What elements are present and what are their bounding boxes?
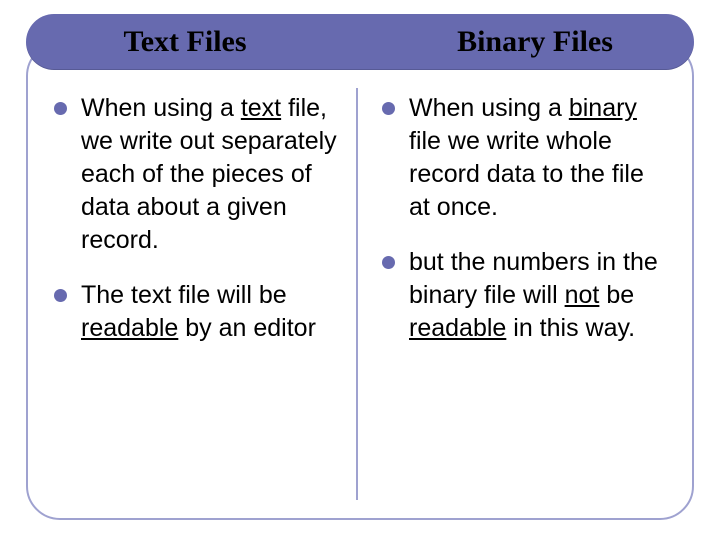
text-pre: The text file will be <box>81 281 287 309</box>
title-row: Text Files Binary Files <box>26 14 694 70</box>
text-underline: readable <box>81 314 178 342</box>
list-item: The text file will be readable by an edi… <box>54 279 338 345</box>
bullet-icon <box>382 102 395 115</box>
list-item: When using a binary file we write whole … <box>382 92 666 224</box>
bullet-icon <box>54 102 67 115</box>
bullet-icon <box>54 289 67 302</box>
bullet-text: When using a text file, we write out sep… <box>81 92 338 257</box>
right-column: When using a binary file we write whole … <box>362 92 672 500</box>
title-left: Text Files <box>26 14 364 70</box>
slide: Text Files Binary Files When using a tex… <box>0 0 720 540</box>
text-mid: file we write whole record data to the f… <box>409 127 644 221</box>
text-underline: binary <box>569 94 637 122</box>
title-band: Text Files Binary Files <box>26 14 694 70</box>
list-item: but the numbers in the binary file will … <box>382 246 666 345</box>
list-item: When using a text file, we write out sep… <box>54 92 338 257</box>
text-pre: When using a <box>81 94 241 122</box>
columns: When using a text file, we write out sep… <box>48 92 672 500</box>
bullet-text: When using a binary file we write whole … <box>409 92 666 224</box>
bullet-icon <box>382 256 395 269</box>
text-underline-2: readable <box>409 314 506 342</box>
title-right: Binary Files <box>364 14 694 70</box>
bullet-text: but the numbers in the binary file will … <box>409 246 666 345</box>
text-mid: by an editor <box>178 314 316 342</box>
text-underline: not <box>565 281 600 309</box>
left-column: When using a text file, we write out sep… <box>48 92 352 500</box>
text-underline: text <box>241 94 281 122</box>
bullet-text: The text file will be readable by an edi… <box>81 279 338 345</box>
text-post: in this way. <box>506 314 635 342</box>
text-mid: be <box>599 281 634 309</box>
text-pre: When using a <box>409 94 569 122</box>
column-divider <box>356 88 358 500</box>
